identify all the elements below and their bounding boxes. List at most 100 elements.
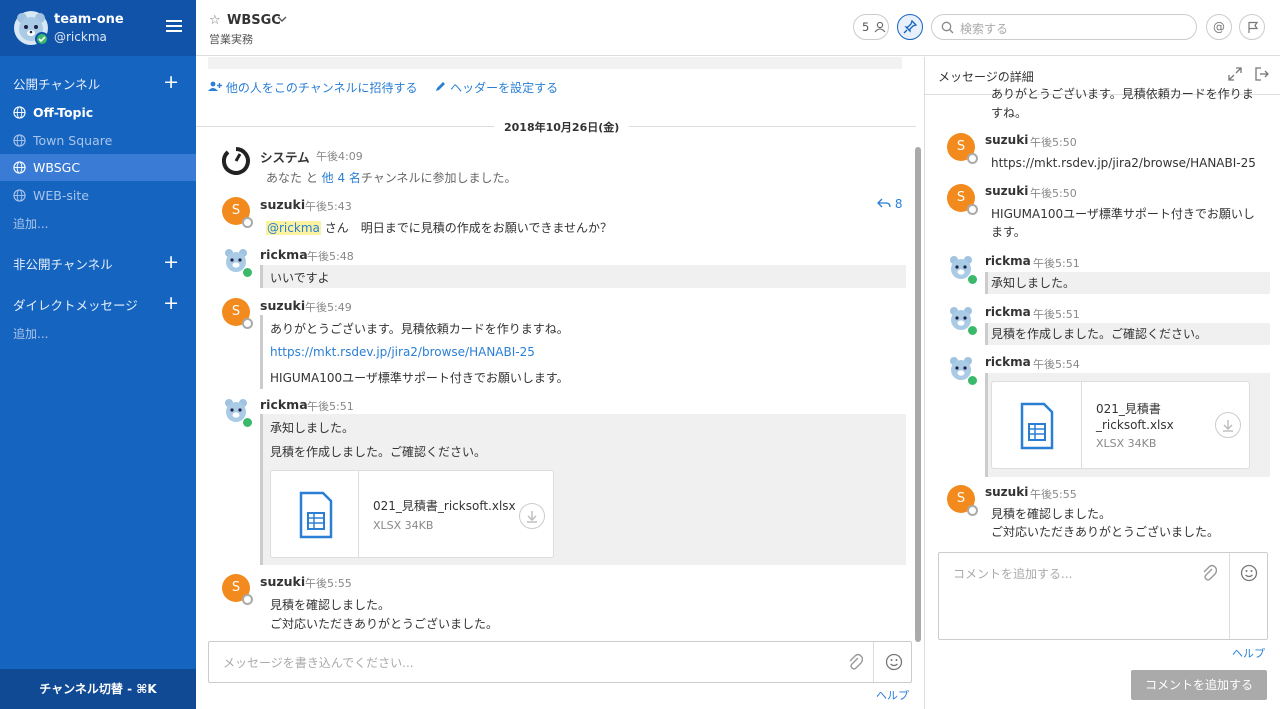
avatar[interactable]: S — [222, 574, 253, 605]
sidebar-item-town-square[interactable]: Town Square — [0, 127, 196, 154]
avatar[interactable]: S — [947, 485, 978, 516]
post-username[interactable]: suzuki — [260, 197, 305, 212]
member-count: 5 — [862, 20, 870, 34]
invite-link[interactable]: 他の人をこのチャンネルに招待する — [208, 81, 421, 95]
team-header[interactable]: team-one @rickma — [0, 0, 196, 56]
post-username[interactable]: suzuki — [985, 485, 1028, 499]
search-input[interactable]: 検索する — [931, 14, 1197, 40]
file-attachment[interactable]: 021_見積書 _ricksoft.xlsx XLSX 34KB — [991, 381, 1250, 469]
post-username[interactable]: suzuki — [260, 574, 305, 589]
post-time[interactable]: 午後5:50 — [1030, 134, 1077, 150]
sidebar-item-off-topic[interactable]: Off-Topic — [0, 99, 196, 126]
add-public-channel-icon[interactable]: + — [163, 71, 179, 93]
avatar[interactable] — [947, 305, 978, 336]
pinned-posts-button[interactable] — [897, 14, 923, 40]
sidebar: team-one @rickma 公開チャンネル + Off-Topic Tow… — [0, 0, 196, 709]
jira-link[interactable]: https://mkt.rsdev.jp/jira2/browse/HANABI… — [270, 345, 535, 359]
recent-mentions-button[interactable]: @ — [1206, 14, 1232, 40]
system-avatar — [221, 147, 250, 175]
download-button[interactable] — [519, 503, 545, 529]
post-username[interactable]: suzuki — [260, 298, 305, 313]
channel-header: ☆ WBSGC 営業実務 5 検索する @ — [196, 0, 1280, 56]
public-channels-label: 公開チャンネル — [13, 77, 101, 92]
post-username[interactable]: suzuki — [985, 184, 1028, 198]
post-time[interactable]: 午後5:48 — [307, 248, 354, 264]
help-link[interactable]: ヘルプ — [876, 687, 909, 703]
favorite-star-icon[interactable]: ☆ — [209, 13, 221, 28]
avatar[interactable] — [222, 397, 253, 428]
avatar[interactable] — [947, 254, 978, 285]
post-time[interactable]: 午後5:54 — [1033, 356, 1080, 372]
post-message: 見積を作成しました。ご確認ください。 — [270, 445, 487, 459]
download-button[interactable] — [1215, 412, 1241, 438]
team-avatar-bear[interactable] — [13, 10, 49, 46]
flagged-posts-button[interactable] — [1239, 14, 1265, 40]
avatar[interactable] — [222, 247, 253, 278]
post-time[interactable]: 午後5:51 — [1033, 255, 1080, 271]
post-time[interactable]: 午後4:09 — [316, 148, 363, 164]
emoji-icon[interactable] — [885, 653, 903, 671]
channel-switcher-button[interactable]: チャンネル切替 - ⌘K — [0, 669, 196, 709]
avatar[interactable]: S — [947, 184, 978, 215]
file-name[interactable]: 021_見積書_ricksoft.xlsx — [373, 497, 516, 514]
post-message: HIGUMA100ユーザ標準サポート付きでお願いします。 — [270, 371, 569, 385]
chevron-down-icon[interactable] — [277, 14, 287, 24]
more-dm-link[interactable]: 追加... — [13, 325, 48, 342]
paperclip-icon[interactable] — [847, 653, 863, 671]
emoji-icon[interactable] — [1240, 564, 1258, 582]
user-handle: @rickma — [54, 30, 107, 44]
post-username[interactable]: rickma — [260, 247, 308, 262]
avatar[interactable]: S — [947, 133, 978, 164]
avatar[interactable]: S — [222, 197, 253, 228]
avatar[interactable] — [947, 355, 978, 386]
add-dm-icon[interactable]: + — [163, 292, 179, 314]
post-time[interactable]: 午後5:55 — [305, 575, 352, 591]
pencil-icon — [436, 82, 446, 91]
globe-icon — [13, 134, 26, 147]
member-list-button[interactable]: 5 — [853, 14, 889, 40]
sidebar-item-web-site[interactable]: WEB-site — [0, 182, 196, 209]
set-header-link[interactable]: ヘッダーを設定する — [435, 81, 558, 95]
jira-link[interactable]: https://mkt.rsdev.jp/jira2/browse/HANABI… — [991, 154, 1271, 173]
post-time[interactable]: 午後5:50 — [1030, 185, 1077, 201]
reply-count-button[interactable]: 8 — [877, 197, 902, 211]
sidebar-item-wbsgc[interactable]: WBSGC — [0, 154, 196, 181]
post-time[interactable]: 午後5:49 — [305, 299, 352, 315]
scrollbar[interactable] — [915, 147, 921, 642]
post-time[interactable]: 午後5:55 — [1030, 486, 1077, 502]
flag-icon — [1248, 21, 1259, 33]
comment-placeholder: コメントを追加する... — [953, 567, 1073, 581]
more-public-channels-link[interactable]: 追加... — [13, 215, 48, 232]
post-username[interactable]: rickma — [260, 397, 308, 412]
post-username[interactable]: rickma — [985, 355, 1031, 369]
post-username[interactable]: suzuki — [985, 133, 1028, 147]
comment-input[interactable]: コメントを追加する... — [938, 552, 1268, 640]
post-time[interactable]: 午後5:43 — [305, 198, 352, 214]
mention[interactable]: @rickma — [266, 221, 321, 235]
post-username[interactable]: システム — [260, 147, 310, 166]
globe-icon — [13, 106, 26, 119]
others-link[interactable]: 他 4 名 — [322, 171, 361, 185]
add-private-channel-icon[interactable]: + — [163, 251, 179, 273]
channel-name[interactable]: WBSGC — [227, 13, 281, 28]
help-link[interactable]: ヘルプ — [1232, 645, 1265, 661]
channel-intro-links: 他の人をこのチャンネルに招待する ヘッダーを設定する — [208, 79, 572, 96]
download-icon — [1223, 420, 1233, 432]
paperclip-icon[interactable] — [1201, 564, 1217, 582]
add-comment-button[interactable]: コメントを追加する — [1131, 670, 1267, 700]
post-rickma-548: rickma 午後5:48 いいですよ — [196, 247, 916, 288]
post-username[interactable]: rickma — [985, 254, 1031, 268]
close-panel-icon[interactable] — [1255, 67, 1269, 81]
hamburger-menu-icon[interactable] — [166, 20, 182, 34]
avatar[interactable]: S — [222, 298, 253, 329]
post-time[interactable]: 午後5:51 — [307, 398, 354, 414]
file-name[interactable]: 021_見積書 — [1096, 400, 1161, 417]
file-attachment[interactable]: 021_見積書_ricksoft.xlsx XLSX 34KB — [270, 470, 554, 558]
team-name: team-one — [54, 12, 124, 27]
message-input[interactable]: メッセージを書き込んでください... — [208, 641, 912, 683]
post-time[interactable]: 午後5:51 — [1033, 306, 1080, 322]
file-name[interactable]: _ricksoft.xlsx — [1096, 418, 1174, 432]
expand-icon[interactable] — [1228, 67, 1242, 81]
post-username[interactable]: rickma — [985, 305, 1031, 319]
channel-purpose: 営業実務 — [209, 33, 253, 46]
